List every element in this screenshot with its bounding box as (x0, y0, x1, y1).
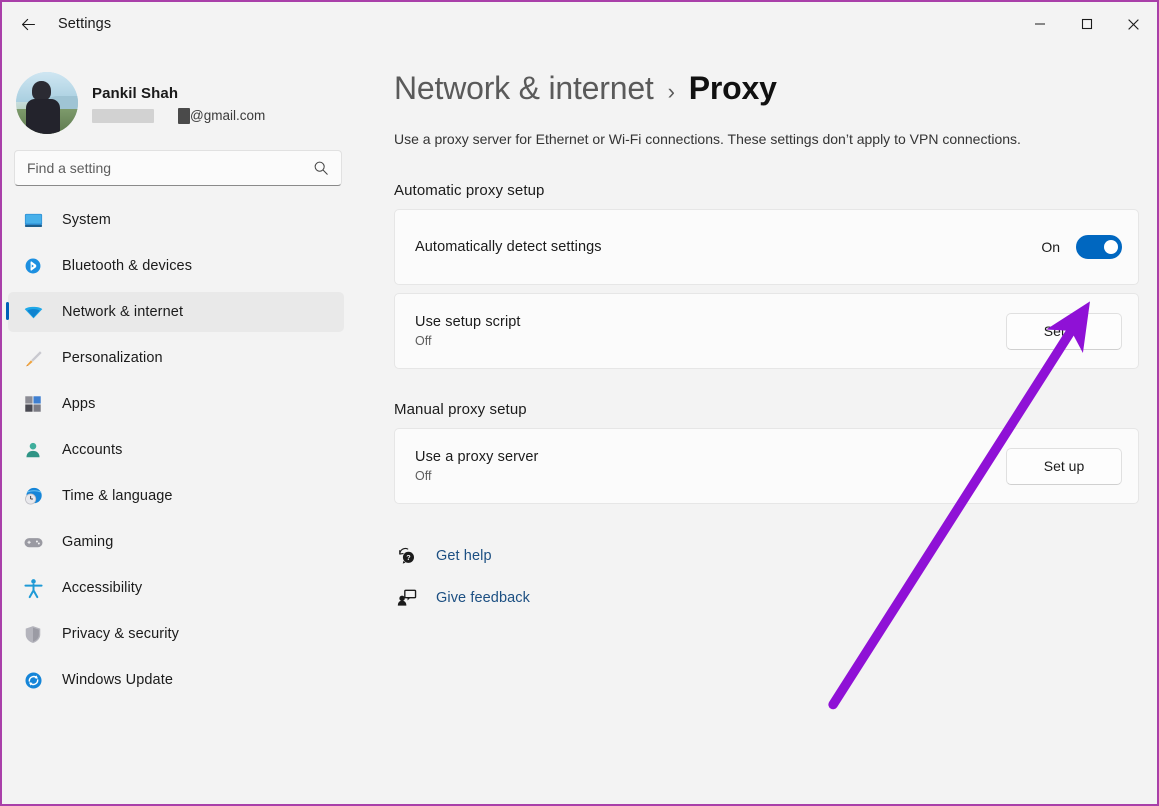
sidebar: Pankil Shah @gmail.com Find a setting Sy… (2, 46, 356, 804)
apps-icon (22, 393, 44, 415)
section-heading-manual-proxy-setup: Manual proxy setup (394, 401, 527, 419)
toggle-group: On (1041, 235, 1122, 260)
search-input[interactable] (15, 160, 313, 176)
app-title: Settings (58, 16, 112, 32)
bluetooth-icon (22, 255, 44, 277)
person-icon (22, 439, 44, 461)
maximize-button[interactable] (1063, 2, 1110, 46)
sidebar-nav: System Bluetooth & devices Network & int… (2, 200, 356, 700)
minimize-icon (1034, 23, 1045, 25)
gamepad-icon (22, 531, 44, 553)
avatar (16, 72, 78, 134)
window-controls (1016, 2, 1157, 46)
wifi-icon (22, 301, 44, 323)
title-bar: Settings (2, 2, 1157, 46)
search-box[interactable] (14, 150, 342, 186)
sidebar-item-windows-update[interactable]: Windows Update (8, 660, 344, 700)
sidebar-item-time-language[interactable]: Time & language (8, 476, 344, 516)
sidebar-item-label: Apps (62, 396, 96, 412)
sidebar-item-gaming[interactable]: Gaming (8, 522, 344, 562)
page-title: Proxy (688, 70, 777, 106)
close-icon (1128, 18, 1139, 30)
accessibility-icon (22, 577, 44, 599)
svg-text:?: ? (406, 553, 411, 562)
give-feedback-link[interactable]: Give feedback (436, 590, 530, 606)
get-help-link[interactable]: Get help (436, 548, 492, 564)
update-icon (22, 669, 44, 691)
help-question-icon: ? (394, 546, 420, 566)
section-heading-automatic-proxy-setup: Automatic proxy setup (394, 182, 545, 200)
sidebar-item-label: Bluetooth & devices (62, 258, 193, 274)
get-help-row[interactable]: ? Get help (394, 538, 1137, 574)
account-name: Pankil Shah (92, 84, 179, 102)
card-automatically-detect-settings: Automatically detect settings On (394, 209, 1139, 286)
use-setup-script-setup-button[interactable]: Set up (1006, 312, 1122, 350)
maximize-icon (1081, 18, 1092, 30)
search-icon[interactable] (313, 160, 341, 176)
sidebar-item-personalization[interactable]: Personalization (8, 338, 344, 378)
clock-globe-icon (22, 485, 44, 507)
card-use-a-proxy-server: Use a proxy server Off Set up (394, 428, 1139, 505)
sidebar-item-label: Accounts (62, 442, 123, 458)
sidebar-item-label: Network & internet (62, 304, 184, 320)
page-description: Use a proxy server for Ethernet or Wi-Fi… (394, 131, 1021, 147)
back-arrow-icon (21, 18, 35, 30)
sidebar-item-label: System (62, 212, 111, 228)
sidebar-item-apps[interactable]: Apps (8, 384, 344, 424)
shield-icon (22, 623, 44, 645)
card-title: Use setup script (415, 314, 521, 331)
sidebar-item-accounts[interactable]: Accounts (8, 430, 344, 470)
sidebar-item-label: Windows Update (62, 672, 174, 688)
system-icon (22, 209, 44, 231)
feedback-person-icon (394, 588, 420, 608)
give-feedback-row[interactable]: Give feedback (394, 580, 1137, 616)
paintbrush-icon (22, 347, 44, 369)
email-redaction-block (92, 108, 154, 123)
sidebar-item-accessibility[interactable]: Accessibility (8, 568, 344, 608)
toggle-knob (1104, 240, 1118, 255)
sidebar-item-label: Personalization (62, 350, 163, 366)
toggle-state-label: On (1041, 239, 1060, 256)
card-subtitle: Off (415, 469, 432, 484)
settings-window: Settings Pankil Shah @gmail.com Find a s… (0, 0, 1159, 806)
breadcrumb-parent[interactable]: Network & internet (394, 70, 654, 107)
account-email: @gmail.com (92, 107, 266, 124)
sidebar-item-network-internet[interactable]: Network & internet (6, 292, 344, 332)
email-redaction-block-2 (178, 107, 190, 124)
footer-links: ? Get help Give feedback (394, 538, 1137, 616)
close-button[interactable] (1110, 2, 1157, 46)
card-title: Automatically detect settings (415, 239, 602, 256)
sidebar-item-privacy-security[interactable]: Privacy & security (8, 614, 344, 654)
account-summary[interactable]: Pankil Shah @gmail.com (2, 46, 356, 138)
card-subtitle: Off (415, 334, 432, 349)
sidebar-item-label: Gaming (62, 534, 114, 550)
automatically-detect-settings-toggle[interactable] (1076, 235, 1122, 260)
minimize-button[interactable] (1016, 2, 1063, 46)
sidebar-item-system[interactable]: System (8, 200, 344, 240)
sidebar-item-bluetooth-devices[interactable]: Bluetooth & devices (8, 246, 344, 286)
chevron-right-icon: › (667, 79, 675, 104)
sidebar-item-label: Time & language (62, 488, 173, 504)
back-button[interactable] (8, 8, 48, 40)
account-email-domain: @gmail.com (190, 108, 266, 123)
card-title: Use a proxy server (415, 449, 539, 466)
sidebar-item-label: Privacy & security (62, 626, 180, 642)
sidebar-item-label: Accessibility (62, 580, 143, 596)
use-a-proxy-server-setup-button[interactable]: Set up (1006, 447, 1122, 485)
card-use-setup-script: Use setup script Off Set up (394, 293, 1139, 370)
main-content: Network & internet › Proxy Use a proxy s… (356, 46, 1157, 804)
breadcrumb: Network & internet › Proxy (394, 64, 1137, 107)
